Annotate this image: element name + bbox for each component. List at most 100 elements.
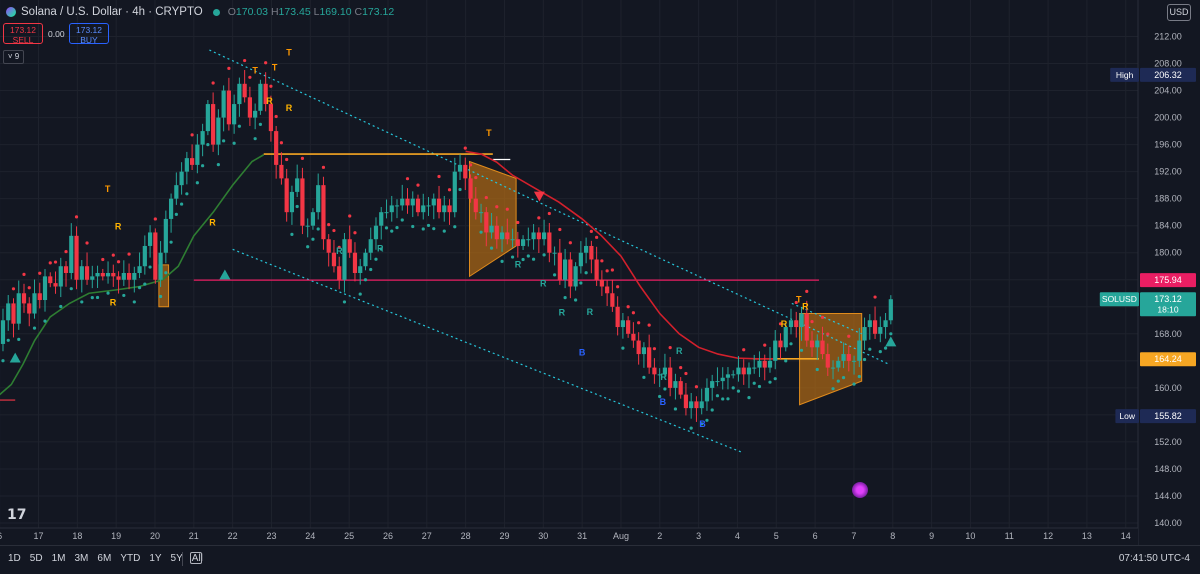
price-chart[interactable]: RTR RT TTRRR RTRRRBRRRBBRTR 140.00144.00148…	[0, 0, 1200, 573]
range-button-6m[interactable]: 6M	[97, 553, 111, 564]
time-tick: 30	[538, 531, 548, 541]
trail-dot	[637, 321, 641, 325]
currency-selector[interactable]: USD	[1167, 4, 1191, 21]
candle-body	[305, 225, 310, 227]
chart-header: Solana / U.S. Dollar · 4h · CRYPTO O170.…	[6, 4, 394, 20]
candle-body	[725, 374, 731, 378]
trail-dot	[279, 141, 284, 145]
trail-dot	[148, 265, 152, 269]
candle-body	[594, 259, 599, 280]
trail-dot	[673, 407, 678, 411]
candle	[352, 231, 358, 282]
trail-dot	[626, 305, 630, 309]
signal-label: R	[209, 218, 216, 228]
magic-wand-icon[interactable]	[852, 482, 868, 498]
trail-dot	[369, 267, 373, 272]
candle-body	[247, 97, 252, 118]
range-button-1d[interactable]: 1D	[8, 553, 21, 564]
candle-body	[116, 276, 121, 280]
price-tick: 144.00	[1154, 491, 1182, 501]
trail-dot	[773, 377, 777, 381]
candle-body	[857, 340, 862, 361]
trail-dot	[269, 84, 273, 88]
time-tick: 9	[929, 531, 934, 541]
trail-dot	[195, 181, 199, 185]
clock-readout[interactable]: 07:41:50 UTC-4	[1119, 553, 1190, 564]
range-button-5d[interactable]: 5D	[30, 553, 43, 564]
candle-body	[752, 367, 757, 369]
range-button-3m[interactable]: 3M	[75, 553, 89, 564]
trail-dot	[300, 156, 305, 160]
candle-body	[783, 327, 788, 348]
candle-body	[95, 272, 100, 277]
symbol-title[interactable]: Solana / U.S. Dollar · 4h · CRYPTO	[21, 6, 203, 18]
trail-dot	[489, 246, 494, 250]
trail-dot	[222, 139, 226, 143]
candle	[216, 109, 221, 167]
date-range-buttons: 1D 5D 1M 3M 6M YTD 1Y 5Y All	[8, 553, 203, 564]
candle-body	[42, 276, 48, 301]
signal-label: R	[336, 246, 343, 256]
candle-body	[820, 340, 825, 355]
trail-dot	[484, 195, 488, 200]
range-button-ytd[interactable]: YTD	[120, 553, 140, 564]
candle	[573, 262, 578, 302]
candle-body	[84, 266, 90, 280]
candle	[74, 215, 79, 290]
candle-body	[352, 252, 358, 273]
calendar-icon[interactable]	[190, 552, 202, 564]
candle	[405, 177, 410, 214]
candle-body	[741, 367, 746, 375]
range-button-1m[interactable]: 1M	[52, 553, 66, 564]
time-tick: 11	[1005, 531, 1014, 541]
candle	[211, 81, 216, 152]
candle-body	[757, 360, 762, 368]
trail-dot	[38, 271, 42, 275]
trail-dot	[841, 375, 846, 380]
time-tick: 6	[0, 531, 2, 541]
tradingview-logo-icon[interactable]: 17	[7, 507, 26, 523]
trail-dot	[442, 229, 446, 233]
candle	[689, 392, 694, 430]
candle	[668, 345, 673, 397]
trail-dot	[106, 291, 110, 295]
range-button-5y[interactable]: 5Y	[171, 553, 183, 564]
sell-button[interactable]: 173.12 SELL	[3, 23, 43, 45]
range-button-1y[interactable]: 1Y	[149, 553, 161, 564]
candle-body	[358, 266, 363, 273]
candle	[410, 191, 415, 229]
trail-dot	[784, 359, 788, 363]
candle	[610, 268, 615, 312]
trail-dot	[290, 232, 294, 236]
trail-dot	[810, 320, 814, 324]
trail-dot	[747, 395, 751, 400]
candle-body	[799, 313, 804, 328]
trail-dot	[847, 334, 851, 338]
candle-body	[253, 110, 258, 118]
candle	[762, 343, 767, 381]
trail-dot	[6, 338, 10, 342]
candle	[274, 114, 279, 179]
candle-body	[473, 198, 478, 213]
candle	[615, 285, 620, 336]
candle	[594, 235, 599, 286]
trail-dot	[74, 215, 79, 219]
candle-body	[237, 83, 242, 105]
trail-dot	[211, 81, 215, 85]
trail-dot	[316, 227, 320, 231]
candle-body	[699, 401, 704, 409]
trail-dot	[463, 146, 467, 150]
candle-body	[715, 381, 720, 383]
trail-dot	[206, 143, 210, 147]
buy-button[interactable]: 173.12 BUY	[69, 23, 109, 45]
candle	[520, 235, 526, 262]
trail-dot	[400, 218, 404, 222]
candle-body	[200, 131, 205, 145]
trail-dot	[306, 245, 310, 249]
indicators-toggle-button[interactable]: ˅ 9	[3, 50, 24, 64]
trail-dot	[90, 295, 94, 300]
candle	[95, 265, 100, 300]
candle-body	[547, 232, 552, 253]
candle-body	[121, 272, 126, 280]
price-tick: 200.00	[1154, 113, 1182, 123]
